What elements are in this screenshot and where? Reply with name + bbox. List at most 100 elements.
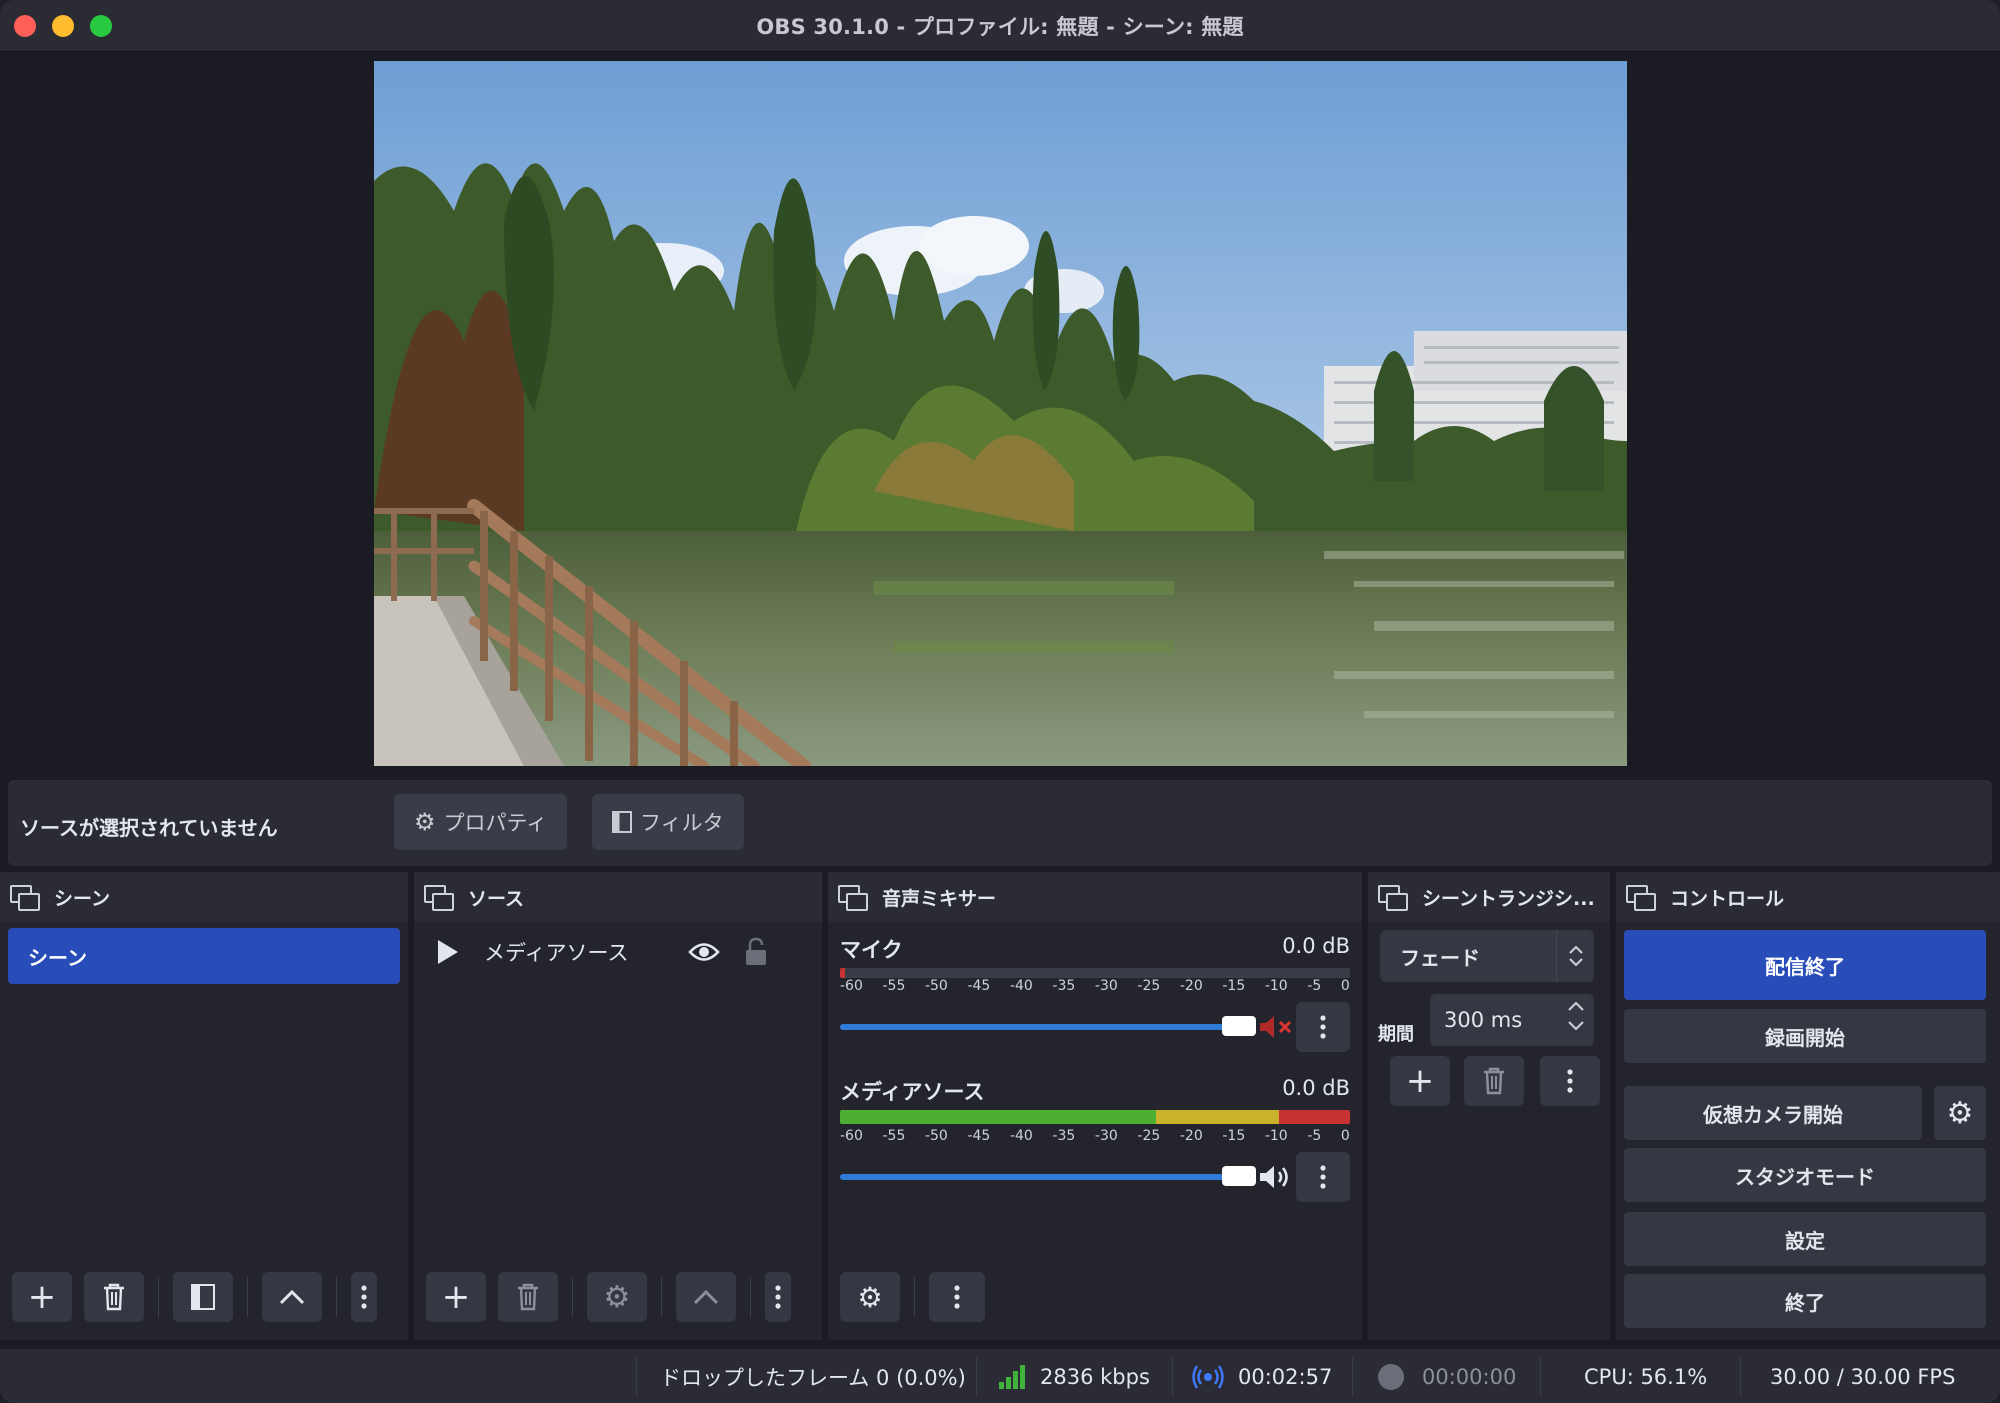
toolbar-separator (158, 1277, 159, 1317)
dock-float-icon[interactable] (1378, 885, 1408, 911)
audio-mixer-dock-title: 音声ミキサー (882, 887, 997, 910)
dock-float-icon[interactable] (424, 885, 454, 911)
volume-slider[interactable] (840, 1016, 1256, 1036)
volume-meter-level (840, 968, 846, 978)
window-controls (14, 15, 112, 37)
muted-speaker-icon[interactable] (1258, 1014, 1294, 1040)
filter-icon (612, 811, 632, 833)
duration-spinbox[interactable]: 300 ms (1430, 994, 1594, 1046)
audio-mixer-menu-button[interactable] (929, 1272, 985, 1322)
meter-scale-tick: -15 (1222, 1128, 1246, 1144)
remove-scene-button[interactable] (84, 1272, 144, 1322)
source-properties-button[interactable]: ⚙ (587, 1272, 647, 1322)
signal-strength-icon (999, 1364, 1025, 1389)
sources-more-button[interactable] (765, 1272, 791, 1322)
toolbar-separator (750, 1277, 751, 1317)
scene-list-item[interactable]: シーン (8, 928, 400, 984)
minimize-window-button[interactable] (52, 15, 74, 37)
remove-transition-button[interactable] (1464, 1056, 1524, 1106)
lock-icon[interactable] (744, 937, 768, 967)
bitrate-status: 2836 kbps (998, 1349, 1150, 1403)
volume-meter-red (1278, 1110, 1350, 1124)
move-source-up-button[interactable] (676, 1272, 736, 1322)
transition-select[interactable]: フェード (1380, 930, 1594, 982)
audio-mixer-dock-header[interactable]: 音声ミキサー (828, 872, 1362, 922)
source-name: メディアソース (484, 941, 629, 965)
preview-area[interactable] (8, 56, 1992, 770)
mixer-channel-name: メディアソース (840, 1080, 985, 1104)
dock-float-icon[interactable] (838, 885, 868, 911)
exit-button[interactable]: 終了 (1624, 1274, 1986, 1328)
toolbar-separator (661, 1277, 662, 1317)
status-separator (976, 1357, 977, 1397)
more-vertical-icon (1320, 1165, 1326, 1189)
speaker-icon[interactable] (1258, 1164, 1294, 1190)
advanced-audio-properties-button[interactable]: ⚙ (840, 1272, 900, 1322)
filters-button[interactable]: フィルタ (592, 794, 744, 850)
volume-meter-green (840, 1110, 1157, 1124)
record-time-value: 00:00:00 (1422, 1364, 1517, 1389)
bitrate-value: 2836 kbps (1040, 1364, 1150, 1389)
volume-meter-yellow (1156, 1110, 1279, 1124)
add-source-button[interactable]: + (426, 1272, 486, 1322)
gear-icon: ⚙ (603, 1279, 631, 1315)
play-icon (438, 940, 458, 964)
settings-button[interactable]: 設定 (1624, 1212, 1986, 1266)
more-vertical-icon (954, 1285, 960, 1309)
source-list-item[interactable]: メディアソース (414, 922, 822, 982)
source-toolbar: ソースが選択されていません ⚙ プロパティ フィルタ (8, 780, 1992, 866)
mixer-channel-db: 0.0 dB (1282, 1076, 1350, 1100)
close-window-button[interactable] (14, 15, 36, 37)
virtual-camera-settings-button[interactable]: ⚙ (1934, 1086, 1986, 1140)
more-vertical-icon (361, 1285, 367, 1309)
chevron-up-icon (279, 1289, 305, 1305)
start-recording-button[interactable]: 録画開始 (1624, 1009, 1986, 1063)
properties-button[interactable]: ⚙ プロパティ (394, 794, 568, 850)
volume-slider[interactable] (840, 1166, 1256, 1186)
scenes-dock-header[interactable]: シーン (0, 872, 408, 922)
volume-slider-handle[interactable] (1222, 1016, 1256, 1036)
transition-menu-button[interactable] (1540, 1056, 1600, 1106)
controls-dock-header[interactable]: コントロール (1616, 872, 2000, 922)
start-virtual-camera-button[interactable]: 仮想カメラ開始 (1624, 1086, 1922, 1140)
meter-scale-tick: -60 (840, 1128, 863, 1144)
more-vertical-icon (775, 1285, 781, 1309)
meter-scale-tick: -45 (967, 1128, 991, 1144)
scene-transitions-dock: シーントランジシ... フェード 期間 300 ms + (1368, 872, 1610, 1340)
duration-label: 期間 (1378, 1024, 1414, 1045)
add-scene-button[interactable]: + (12, 1272, 72, 1322)
volume-slider-handle[interactable] (1222, 1166, 1256, 1186)
meter-scale-tick: -60 (840, 978, 863, 994)
audio-mixer-dock: 音声ミキサー マイク 0.0 dB -60 -55 -50 -45 -40 -35 -30-… (828, 872, 1362, 1340)
meter-scale-tick: -5 (1307, 978, 1322, 994)
meter-scale: -60 -55 -50 -45 -40 -35 -30 -25 -20 -15 -10 -5 0 (840, 978, 1350, 998)
eye-icon[interactable] (688, 941, 720, 963)
mixer-channel-menu-button[interactable] (1296, 1152, 1350, 1202)
dock-float-icon[interactable] (1626, 885, 1656, 911)
sources-dock-header[interactable]: ソース (414, 872, 822, 922)
scenes-more-button[interactable] (351, 1272, 377, 1322)
scene-filters-button[interactable] (173, 1272, 233, 1322)
remove-source-button[interactable] (498, 1272, 558, 1322)
trash-icon (518, 1283, 538, 1311)
stream-time-value: 00:02:57 (1238, 1364, 1333, 1389)
toolbar-separator (336, 1277, 337, 1317)
record-time-status: 00:00:00 (1378, 1349, 1516, 1403)
dock-float-icon[interactable] (10, 885, 40, 911)
studio-mode-button[interactable]: スタジオモード (1624, 1148, 1986, 1202)
mixer-channel-db: 0.0 dB (1282, 934, 1350, 958)
status-separator (1352, 1357, 1353, 1397)
preview-canvas[interactable] (374, 61, 1627, 766)
move-scene-up-button[interactable] (262, 1272, 322, 1322)
scenes-dock-footer: + (0, 1254, 408, 1340)
status-bar: ドロップしたフレーム 0 (0.0%) 2836 kbps 00:02:57 0… (0, 1348, 2000, 1403)
spinbox-arrows-icon[interactable] (1568, 1002, 1584, 1030)
add-transition-button[interactable]: + (1390, 1056, 1450, 1106)
meter-scale-tick: -10 (1264, 978, 1288, 994)
no-source-selected-label: ソースが選択されていません (20, 816, 278, 840)
window-title: OBS 30.1.0 - プロファイル: 無題 - シーン: 無題 (756, 14, 1244, 39)
scene-transitions-dock-header[interactable]: シーントランジシ... (1368, 872, 1610, 922)
mixer-channel-menu-button[interactable] (1296, 1002, 1350, 1052)
stop-streaming-button[interactable]: 配信終了 (1624, 930, 1986, 1000)
maximize-window-button[interactable] (90, 15, 112, 37)
